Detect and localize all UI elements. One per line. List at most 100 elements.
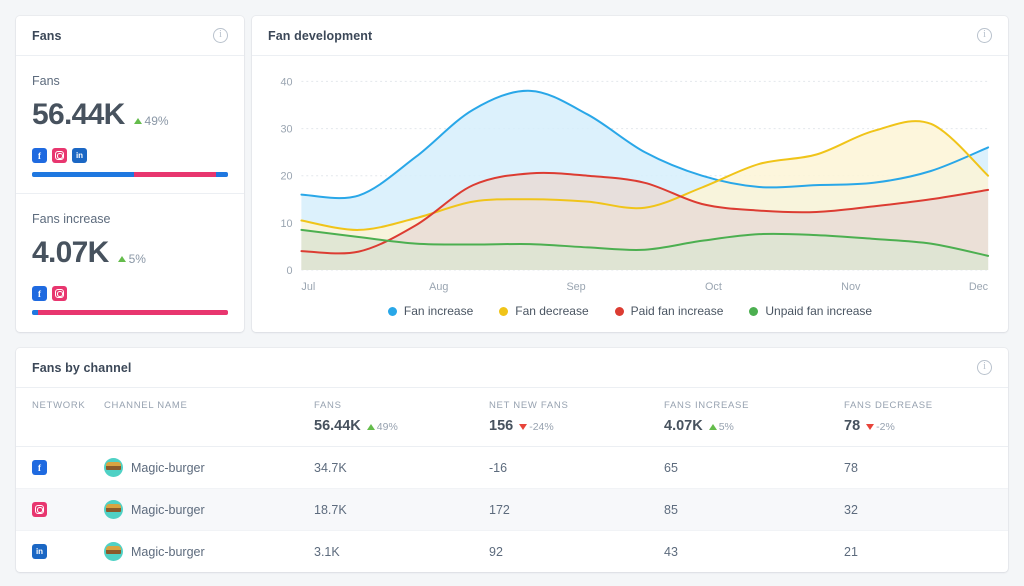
cell-fans: 18.7K [306, 488, 481, 531]
cell-fans-decrease: 78 [836, 446, 1008, 489]
facebook-icon[interactable]: f [32, 148, 47, 163]
arrow-up-icon [366, 424, 375, 430]
cell-network: in [16, 531, 96, 573]
column-header[interactable]: NETWORK [16, 388, 96, 447]
column-summary: 4.07K 5% [664, 418, 828, 434]
cell-fans-decrease: 21 [844, 544, 858, 559]
column-header[interactable]: FANS DECREASE 78 -2% [836, 388, 1008, 447]
distribution-bar [32, 172, 228, 177]
column-summary-delta: 49% [366, 421, 398, 433]
channel-name: Magic-burger [131, 502, 205, 517]
table-row[interactable]: Magic-burger 18.7K 172 85 32 [16, 488, 1008, 531]
cell-net-new-fans: -16 [481, 446, 656, 489]
channel-chips: f [32, 286, 228, 301]
legend-dot [614, 306, 624, 316]
metric-label: Fans increase [32, 212, 111, 226]
cell-channel: Magic-burger [96, 488, 306, 531]
instagram-icon[interactable] [32, 502, 47, 517]
x-axis-tick: Nov [841, 281, 861, 293]
table-row[interactable]: f Magic-burger 34.7K -16 65 78 [16, 446, 1008, 489]
legend-label: Paid fan increase [630, 304, 724, 318]
cell-net-new-fans: 172 [481, 488, 656, 531]
facebook-icon[interactable]: f [32, 460, 47, 475]
column-header[interactable]: CHANNEL NAME [96, 388, 306, 447]
legend-label: Unpaid fan increase [765, 304, 873, 318]
column-header-label: FANS [314, 400, 342, 411]
table-row[interactable]: in Magic-burger 3.1K 92 43 21 [16, 531, 1008, 573]
column-summary-value: 78 [844, 418, 861, 434]
distribution-bar [32, 310, 228, 315]
legend-item[interactable]: Fan increase [387, 304, 473, 318]
cell-fans-increase: 65 [656, 446, 836, 489]
cell-channel: Magic-burger [96, 446, 306, 489]
arrow-up-icon [133, 118, 142, 124]
fan-development-chart: 0 10 20 30 40 Jul Aug Sep Oct Nov Dec [281, 76, 990, 293]
fans-card-header: Fans i [16, 16, 244, 56]
legend-item[interactable]: Fan decrease [499, 304, 589, 318]
distribution-segment-instagram [133, 172, 217, 177]
column-header[interactable]: FANS INCREASE 4.07K 5% [656, 388, 836, 447]
arrow-down-icon [519, 424, 528, 430]
table-header: NETWORK CHANNEL NAME FANS 56.44K 49% NET NEW … [16, 388, 1008, 447]
metric-value: 4.07K [32, 236, 109, 269]
facebook-icon[interactable]: f [32, 286, 47, 301]
column-summary-delta: -24% [519, 421, 554, 433]
column-summary-delta: -2% [866, 421, 895, 433]
fans-by-channel-title: Fans by channel [32, 360, 132, 375]
cell-fans-increase: 43 [664, 544, 678, 559]
fans-by-channel-header: Fans by channel i [16, 348, 1008, 388]
legend-dot [499, 306, 509, 316]
linkedin-icon[interactable]: in [72, 148, 87, 163]
distribution-segment-facebook [32, 172, 134, 177]
instagram-icon[interactable] [52, 286, 67, 301]
fans-by-channel-table: NETWORK CHANNEL NAME FANS 56.44K 49% NET NEW … [16, 388, 1008, 572]
cell-network: f [16, 446, 96, 489]
y-axis-tick: 10 [281, 218, 293, 230]
legend-item[interactable]: Paid fan increase [614, 304, 724, 318]
distribution-segment-instagram [37, 310, 228, 315]
instagram-icon[interactable] [52, 148, 67, 163]
cell-fans: 34.7K [306, 446, 481, 489]
table-body: f Magic-burger 34.7K -16 65 78 Magic-burger 18.… [16, 446, 1008, 573]
fan-development-header: Fan development i [252, 16, 1008, 56]
column-summary-value: 4.07K [664, 418, 703, 434]
chart-legend: Fan increase Fan decrease Paid fan increas… [252, 302, 1008, 332]
column-summary: 78 -2% [844, 418, 1000, 434]
fans-card-title: Fans [32, 28, 62, 43]
column-summary: 56.44K 49% [314, 418, 473, 434]
column-summary: 156 -24% [489, 418, 648, 434]
arrow-down-icon [866, 424, 875, 430]
column-header[interactable]: FANS 56.44K 49% [306, 388, 481, 447]
column-header-label: CHANNEL NAME [104, 400, 188, 411]
cell-channel: Magic-burger [96, 531, 306, 573]
fans-by-channel-card: Fans by channel i NETWORK CHANNEL NAME FAN… [16, 348, 1008, 572]
cell-fans-increase: 85 [656, 488, 836, 531]
metric-block: Fans 56.44K 49% f in [16, 56, 244, 193]
legend-item[interactable]: Unpaid fan increase [749, 304, 872, 318]
info-icon[interactable]: i [977, 360, 992, 375]
info-icon[interactable]: i [213, 28, 228, 43]
cell-network [16, 488, 96, 531]
metric-row: 56.44K 49% [32, 98, 228, 132]
top-row: Fans i Fans 56.44K 49% f in Fans increase 4.07… [16, 16, 1008, 332]
channel-chips: f in [32, 148, 228, 163]
avatar [104, 542, 123, 561]
column-header-label: NETWORK [32, 400, 86, 411]
fan-development-title: Fan development [268, 28, 373, 43]
legend-dot [749, 306, 759, 316]
metric-delta: 5% [117, 252, 146, 266]
column-summary-value: 156 [489, 418, 514, 434]
info-icon[interactable]: i [977, 28, 992, 43]
fans-metrics-list: Fans 56.44K 49% f in Fans increase 4.07K 5% f [16, 56, 244, 331]
x-axis-tick: Aug [429, 281, 448, 293]
column-header-label: FANS DECREASE [844, 400, 933, 411]
metric-row: 4.07K 5% [32, 236, 228, 270]
metric-label: Fans [32, 74, 60, 88]
x-axis-tick: Sep [566, 281, 585, 293]
column-header[interactable]: NET NEW FANS 156 -24% [481, 388, 656, 447]
cell-fans: 3.1K [314, 544, 340, 559]
channel-name: Magic-burger [131, 460, 205, 475]
linkedin-icon[interactable]: in [32, 544, 47, 559]
arrow-up-icon [117, 256, 126, 262]
chart-body: 0 10 20 30 40 Jul Aug Sep Oct Nov Dec [252, 56, 1008, 302]
